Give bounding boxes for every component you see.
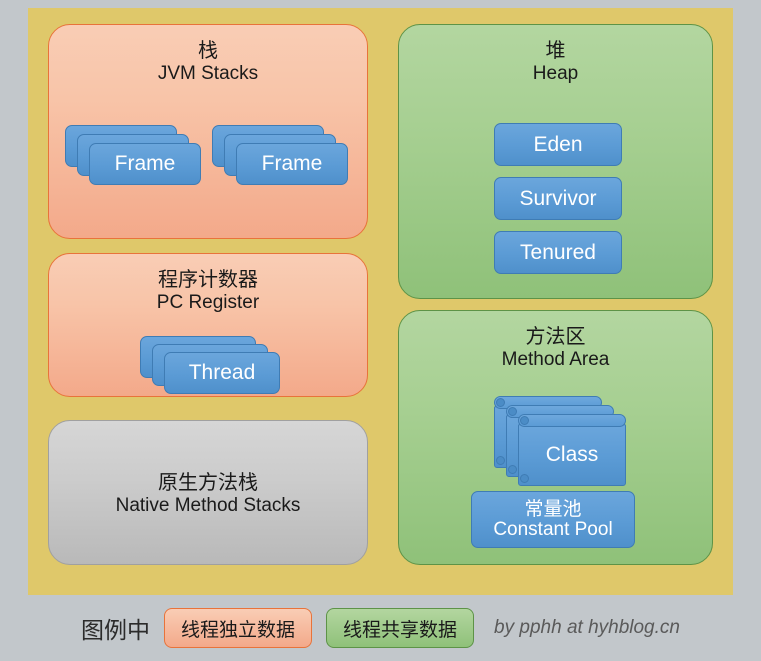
heap-slice-tenured[interactable]: Tenured xyxy=(494,231,622,274)
credit-text: by pphh at hyhblog.cn xyxy=(494,617,680,638)
region-pc-register[interactable]: 程序计数器 PC Register Thread xyxy=(48,253,368,397)
class-document-dot-bottom xyxy=(496,456,505,465)
class-document-stack[interactable]: Class xyxy=(494,396,634,486)
class-document-roll xyxy=(518,414,626,427)
thread-card-stack[interactable]: Thread xyxy=(140,336,290,394)
class-document-front[interactable]: Class xyxy=(518,414,626,486)
region-heap-title-cn: 堆 xyxy=(545,38,566,62)
jvm-memory-diagram-panel: 栈 JVM Stacks Frame Frame 程序计数器 PC Regist… xyxy=(28,8,733,595)
region-jvm-stacks-title: 栈 JVM Stacks xyxy=(49,25,367,85)
region-native-method-stacks-title-cn: 原生方法栈 xyxy=(158,470,258,494)
region-native-method-stacks-title: 原生方法栈 Native Method Stacks xyxy=(49,421,367,517)
region-heap-title-en: Heap xyxy=(532,63,579,85)
legend-chip-thread-shared[interactable]: 线程共享数据 xyxy=(326,608,475,648)
region-heap-title: 堆 Heap xyxy=(399,25,712,85)
frame-card-stack-2[interactable]: Frame xyxy=(212,125,352,185)
legend-label: 图例中 xyxy=(81,618,151,644)
frame-card-front[interactable]: Frame xyxy=(236,143,348,185)
class-document-dot-top xyxy=(520,416,529,425)
legend-chip-thread-private[interactable]: 线程独立数据 xyxy=(164,608,313,648)
class-document-dot-top xyxy=(508,407,517,416)
region-jvm-stacks[interactable]: 栈 JVM Stacks Frame Frame xyxy=(48,24,368,239)
region-pc-register-title-en: PC Register xyxy=(156,292,260,314)
frame-card-front[interactable]: Frame xyxy=(89,143,201,185)
class-document-dot-bottom xyxy=(520,474,529,483)
region-method-area-title-cn: 方法区 xyxy=(525,324,586,348)
region-method-area-title-en: Method Area xyxy=(501,349,610,371)
thread-card-front[interactable]: Thread xyxy=(164,352,280,394)
heap-slice-survivor[interactable]: Survivor xyxy=(494,177,622,220)
class-document-dot-top xyxy=(496,398,505,407)
region-heap[interactable]: 堆 Heap Eden Survivor Tenured xyxy=(398,24,713,299)
region-method-area[interactable]: 方法区 Method Area Class 常量池 Constant Pool xyxy=(398,310,713,565)
region-native-method-stacks[interactable]: 原生方法栈 Native Method Stacks xyxy=(48,420,368,565)
region-native-method-stacks-title-en: Native Method Stacks xyxy=(115,495,301,517)
region-pc-register-title-cn: 程序计数器 xyxy=(158,267,258,291)
heap-slice-eden[interactable]: Eden xyxy=(494,123,622,166)
region-jvm-stacks-title-cn: 栈 xyxy=(198,38,218,62)
region-method-area-title: 方法区 Method Area xyxy=(399,311,712,371)
constant-pool-box[interactable]: 常量池 Constant Pool xyxy=(471,491,635,548)
legend-bar: 图例中 线程独立数据 线程共享数据 by pphh at hyhblog.cn xyxy=(0,595,761,661)
constant-pool-label-cn: 常量池 xyxy=(524,497,582,520)
region-jvm-stacks-title-en: JVM Stacks xyxy=(157,63,259,85)
region-pc-register-title: 程序计数器 PC Register xyxy=(49,254,367,314)
class-document-label: Class xyxy=(518,424,626,486)
frame-card-stack-1[interactable]: Frame xyxy=(65,125,205,185)
constant-pool-label-en: Constant Pool xyxy=(493,518,613,540)
class-document-dot-bottom xyxy=(508,465,517,474)
